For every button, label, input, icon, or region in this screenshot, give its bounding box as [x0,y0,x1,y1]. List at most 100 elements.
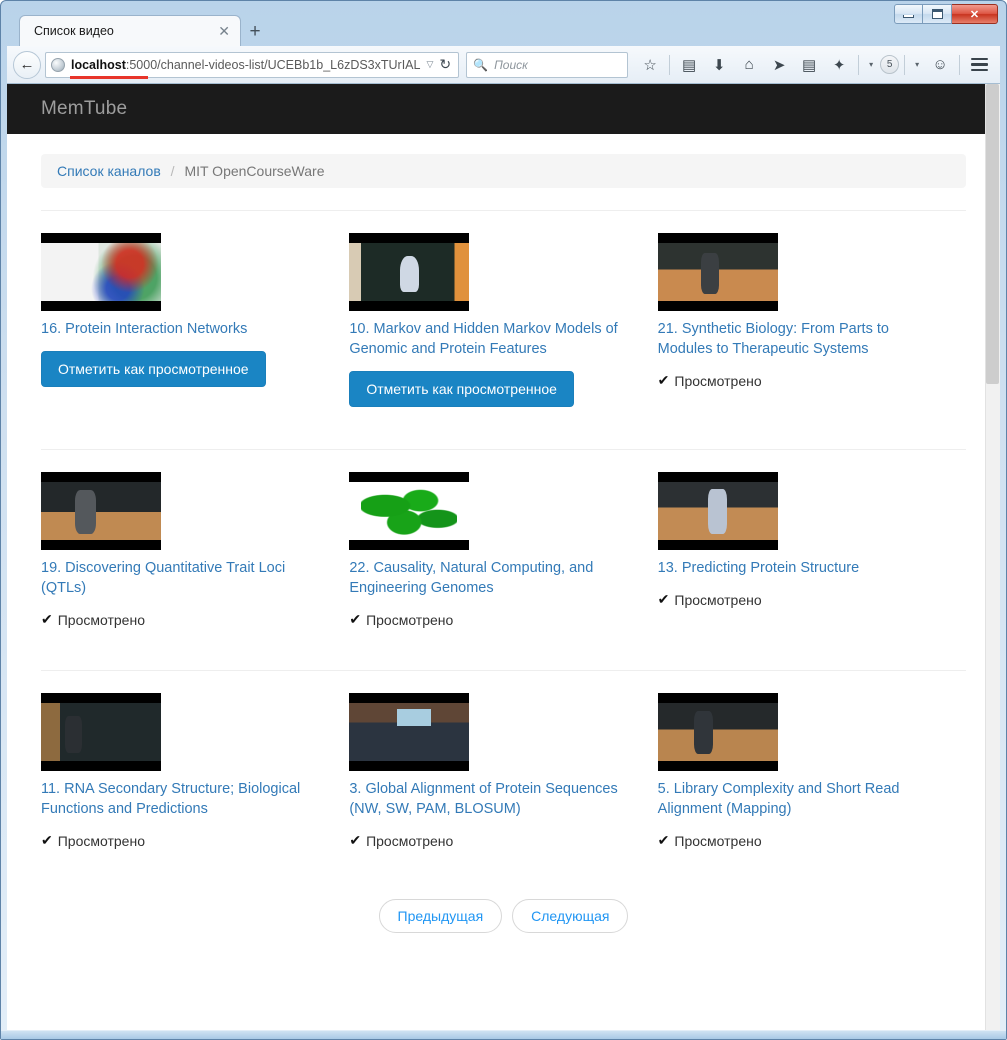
previous-page-button[interactable]: Предыдущая [378,899,503,933]
video-row: 19. Discovering Quantitative Trait Loci … [41,450,966,650]
watched-label: Просмотрено [57,832,145,849]
toolbar-divider [858,54,860,75]
check-icon: ✔ [41,832,53,848]
window-controls: ✕ [894,4,998,24]
smiley-feedback-icon[interactable]: ☺ [926,51,954,79]
url-host: localhost [71,57,126,72]
thumbnail-image [657,243,778,301]
brand-logo[interactable]: MemTube [41,98,127,120]
new-tab-button[interactable]: + [243,21,267,45]
breadcrumb-current: MIT OpenCourseWare [184,163,325,179]
breadcrumb: Список каналов / MIT OpenCourseWare [41,154,966,188]
video-card: 13. Predicting Protein Structure ✔ Просм… [657,450,966,650]
chevron-down-icon[interactable]: ▾ [864,60,878,69]
watched-status: ✔ Просмотрено [658,832,966,849]
video-title[interactable]: 22. Causality, Natural Computing, and En… [349,558,639,598]
video-title[interactable]: 5. Library Complexity and Short Read Ali… [658,779,948,819]
thumbnail-image [41,703,161,761]
toolbar-divider [669,54,671,75]
video-row: 16. Protein Interaction Networks Отметит… [41,211,966,429]
hamburger-menu-icon[interactable] [965,51,993,79]
bookmark-star-icon[interactable]: ☆ [636,51,664,79]
globe-icon [51,57,65,72]
video-card: 3. Global Alignment of Protein Sequences… [349,671,657,871]
browser-toolbar: ← localhost:5000/channel-videos-list/UCE… [7,46,1000,84]
tab-close-icon[interactable]: ✕ [218,24,240,38]
toolbar-divider [904,54,906,75]
url-highlight-underline [70,75,148,79]
watched-label: Просмотрено [674,372,762,389]
tab-title: Список видео [34,24,114,38]
video-card: 16. Protein Interaction Networks Отметит… [41,211,349,429]
video-card: 19. Discovering Quantitative Trait Loci … [41,450,349,650]
video-thumbnail[interactable] [657,693,778,771]
home-icon[interactable]: ⌂ [735,51,763,79]
back-arrow-icon[interactable]: ← [13,50,41,79]
thumbnail-image [349,703,470,761]
video-title[interactable]: 19. Discovering Quantitative Trait Loci … [41,558,331,598]
video-thumbnail[interactable] [41,233,161,311]
video-title[interactable]: 13. Predicting Protein Structure [658,558,948,578]
check-icon: ✔ [657,832,670,848]
browser-window: Список видео ✕ + ✕ ← localhost:5000/chan… [0,0,1007,1040]
video-card: 22. Causality, Natural Computing, and En… [349,450,657,650]
window-close-button[interactable]: ✕ [952,4,998,24]
thumbnail-image [657,482,778,540]
watched-label: Просмотрено [366,832,454,849]
tab-strip: Список видео ✕ + ✕ [1,1,1006,46]
watched-status: ✔ Просмотрено [41,832,349,849]
video-thumbnail[interactable] [657,472,778,550]
thumbnail-image [349,243,470,301]
search-input-placeholder[interactable]: Поиск [494,58,528,72]
video-title[interactable]: 21. Synthetic Biology: From Parts to Mod… [658,319,948,359]
mark-watched-button[interactable]: Отметить как просмотренное [349,371,574,407]
window-minimize-button[interactable] [894,4,923,24]
scrollbar-thumb[interactable] [986,84,999,384]
video-title[interactable]: 10. Markov and Hidden Markov Models of G… [349,319,639,359]
watched-status: ✔ Просмотрено [658,372,966,389]
video-row: 11. RNA Secondary Structure; Biological … [41,671,966,871]
video-thumbnail[interactable] [349,472,470,550]
check-icon: ✔ [349,832,362,848]
check-icon: ✔ [349,611,362,627]
badge-count[interactable]: 5 [880,55,900,74]
chevron-down-icon[interactable]: ▾ [910,60,924,69]
reload-icon[interactable]: ↻ [439,56,451,73]
watched-status: ✔ Просмотрено [41,611,349,628]
page-content: Список каналов / MIT OpenCourseWare 16. … [7,154,1000,959]
next-page-button[interactable]: Следующая [512,899,629,933]
toolbar-divider [959,54,961,75]
bug-addon-icon[interactable]: ✦ [825,51,853,79]
vertical-scrollbar[interactable] [985,84,1000,1030]
video-thumbnail[interactable] [349,693,470,771]
page-viewport: MemTube Список каналов / MIT OpenCourseW… [7,84,1000,1030]
pocket-send-icon[interactable]: ➤ [765,51,793,79]
window-maximize-button[interactable] [923,4,952,24]
video-thumbnail[interactable] [657,233,778,311]
pagination: Предыдущая Следующая [41,871,966,959]
reading-list-icon[interactable]: ▤ [675,51,703,79]
watched-label: Просмотрено [57,611,145,628]
url-bar[interactable]: localhost:5000/channel-videos-list/UCEBb… [45,51,460,79]
url-text: localhost:5000/channel-videos-list/UCEBb… [71,58,420,72]
chevron-down-icon[interactable]: ▽ [426,59,433,70]
mark-watched-button[interactable]: Отметить как просмотренное [41,351,266,387]
video-title[interactable]: 16. Protein Interaction Networks [41,319,331,339]
video-thumbnail[interactable] [41,693,161,771]
video-thumbnail[interactable] [349,233,470,311]
search-box[interactable]: 🔍 Поиск [466,51,629,78]
thumbnail-image [41,482,161,540]
breadcrumb-separator: / [170,163,175,179]
watched-label: Просмотрено [366,611,454,628]
notepad-edit-icon[interactable]: ▤ [795,51,823,79]
video-title[interactable]: 11. RNA Secondary Structure; Biological … [41,779,331,819]
browser-tab[interactable]: Список видео ✕ [19,15,241,46]
breadcrumb-link-channels[interactable]: Список каналов [57,163,161,179]
video-thumbnail[interactable] [41,472,161,550]
video-title[interactable]: 3. Global Alignment of Protein Sequences… [349,779,639,819]
thumbnail-image [41,243,161,301]
video-card: 10. Markov and Hidden Markov Models of G… [349,211,657,429]
watched-status: ✔ Просмотрено [349,832,657,849]
watched-status: ✔ Просмотрено [658,591,966,608]
downloads-icon[interactable]: ⬇ [705,51,733,79]
